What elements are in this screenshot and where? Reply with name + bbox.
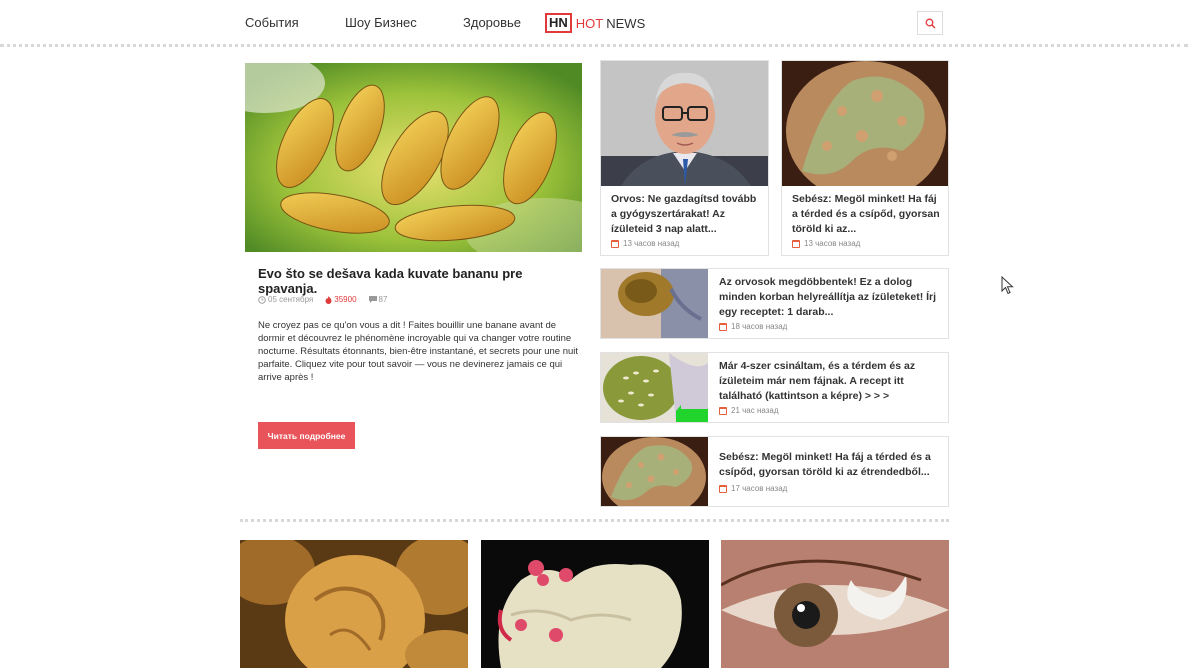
article-row-recipe[interactable]: Már 4-szer csináltam, és a térdem és az … [600, 352, 949, 423]
logo-news-text: NEWS [606, 15, 646, 31]
doctor-portrait-image [601, 61, 768, 186]
featured-comments-group: 87 [368, 295, 388, 304]
search-button[interactable] [917, 11, 943, 35]
fire-icon [325, 295, 332, 304]
calendar-icon [719, 406, 727, 415]
row-time-text: 18 часов назад [731, 322, 788, 331]
calendar-icon [719, 322, 727, 331]
nav-item-events[interactable]: События [245, 15, 299, 30]
featured-date: 05 сентября [268, 295, 314, 304]
featured-meta: 05 сентября 35900 87 [258, 295, 387, 304]
article-row-surgeon[interactable]: Sebész: Megöl minket! Ha fáj a térded és… [600, 436, 949, 507]
article-card-doctor[interactable]: Orvos: Ne gazdagítsd tovább a gyógyszert… [600, 60, 769, 256]
row-time: 18 часов назад [719, 322, 787, 331]
mouse-cursor-icon [1001, 276, 1014, 295]
row-time-text: 17 часов назад [731, 484, 788, 493]
article-row-joints[interactable]: Az orvosok megdöbbentek! Ez a dolog mind… [600, 268, 949, 339]
knee-paste-image [601, 269, 708, 338]
featured-excerpt: Ne croyez pas ce qu'on vous a dit ! Fait… [258, 320, 579, 383]
nav-item-health[interactable]: Здоровье [463, 15, 521, 30]
featured-comments: 87 [378, 295, 388, 304]
dried-figs-image[interactable] [240, 540, 468, 668]
featured-date-group: 05 сентября [258, 295, 313, 304]
featured-title[interactable]: Evo što se dešava kada kuvate bananu pre… [258, 266, 578, 296]
comment-icon [368, 296, 377, 303]
knee-bone-image[interactable] [481, 540, 709, 668]
knee-joint-image [601, 437, 708, 506]
row-title: Már 4-szer csináltam, és a térdem és az … [719, 360, 916, 402]
card-time: 13 часов назад [611, 239, 679, 248]
calendar-icon [792, 239, 800, 248]
site-header: События Шоу Бизнес Здоровье HN HOT NEWS [0, 0, 1188, 46]
article-card-surgeon[interactable]: Sebész: Megöl minket! Ha fáj a térded és… [781, 60, 949, 256]
featured-image[interactable] [245, 63, 582, 252]
seeds-bowl-image [601, 353, 708, 422]
row-title: Az orvosok megdöbbentek! Ez a dolog mind… [719, 276, 937, 318]
card-time-text: 13 часов назад [804, 239, 861, 248]
calendar-icon [611, 239, 619, 248]
logo-badge: HN [545, 13, 572, 33]
row-time: 21 час назад [719, 406, 779, 415]
card-time: 13 часов назад [792, 239, 860, 248]
row-title: Sebész: Megöl minket! Ha fáj a térded és… [719, 451, 931, 478]
nav-item-showbiz[interactable]: Шоу Бизнес [345, 15, 417, 30]
row-time: 17 часов назад [719, 484, 787, 493]
card-time-text: 13 часов назад [623, 239, 680, 248]
featured-views-group: 35900 [325, 295, 357, 304]
eye-closeup-image[interactable] [721, 540, 949, 668]
section-divider [240, 519, 949, 522]
featured-views: 35900 [334, 295, 357, 304]
read-more-button[interactable]: Читать подробнее [258, 422, 355, 449]
site-logo[interactable]: HN HOT NEWS [545, 13, 645, 33]
calendar-icon [719, 484, 727, 493]
logo-hot-text: HOT [575, 15, 604, 31]
card-title: Sebész: Megöl minket! Ha fáj a térded és… [792, 193, 940, 235]
search-icon [925, 18, 935, 28]
header-divider [0, 44, 1188, 47]
knee-joint-image [782, 61, 948, 186]
clock-icon [258, 295, 266, 304]
card-title: Orvos: Ne gazdagítsd tovább a gyógyszert… [611, 193, 757, 235]
row-time-text: 21 час назад [731, 406, 779, 415]
